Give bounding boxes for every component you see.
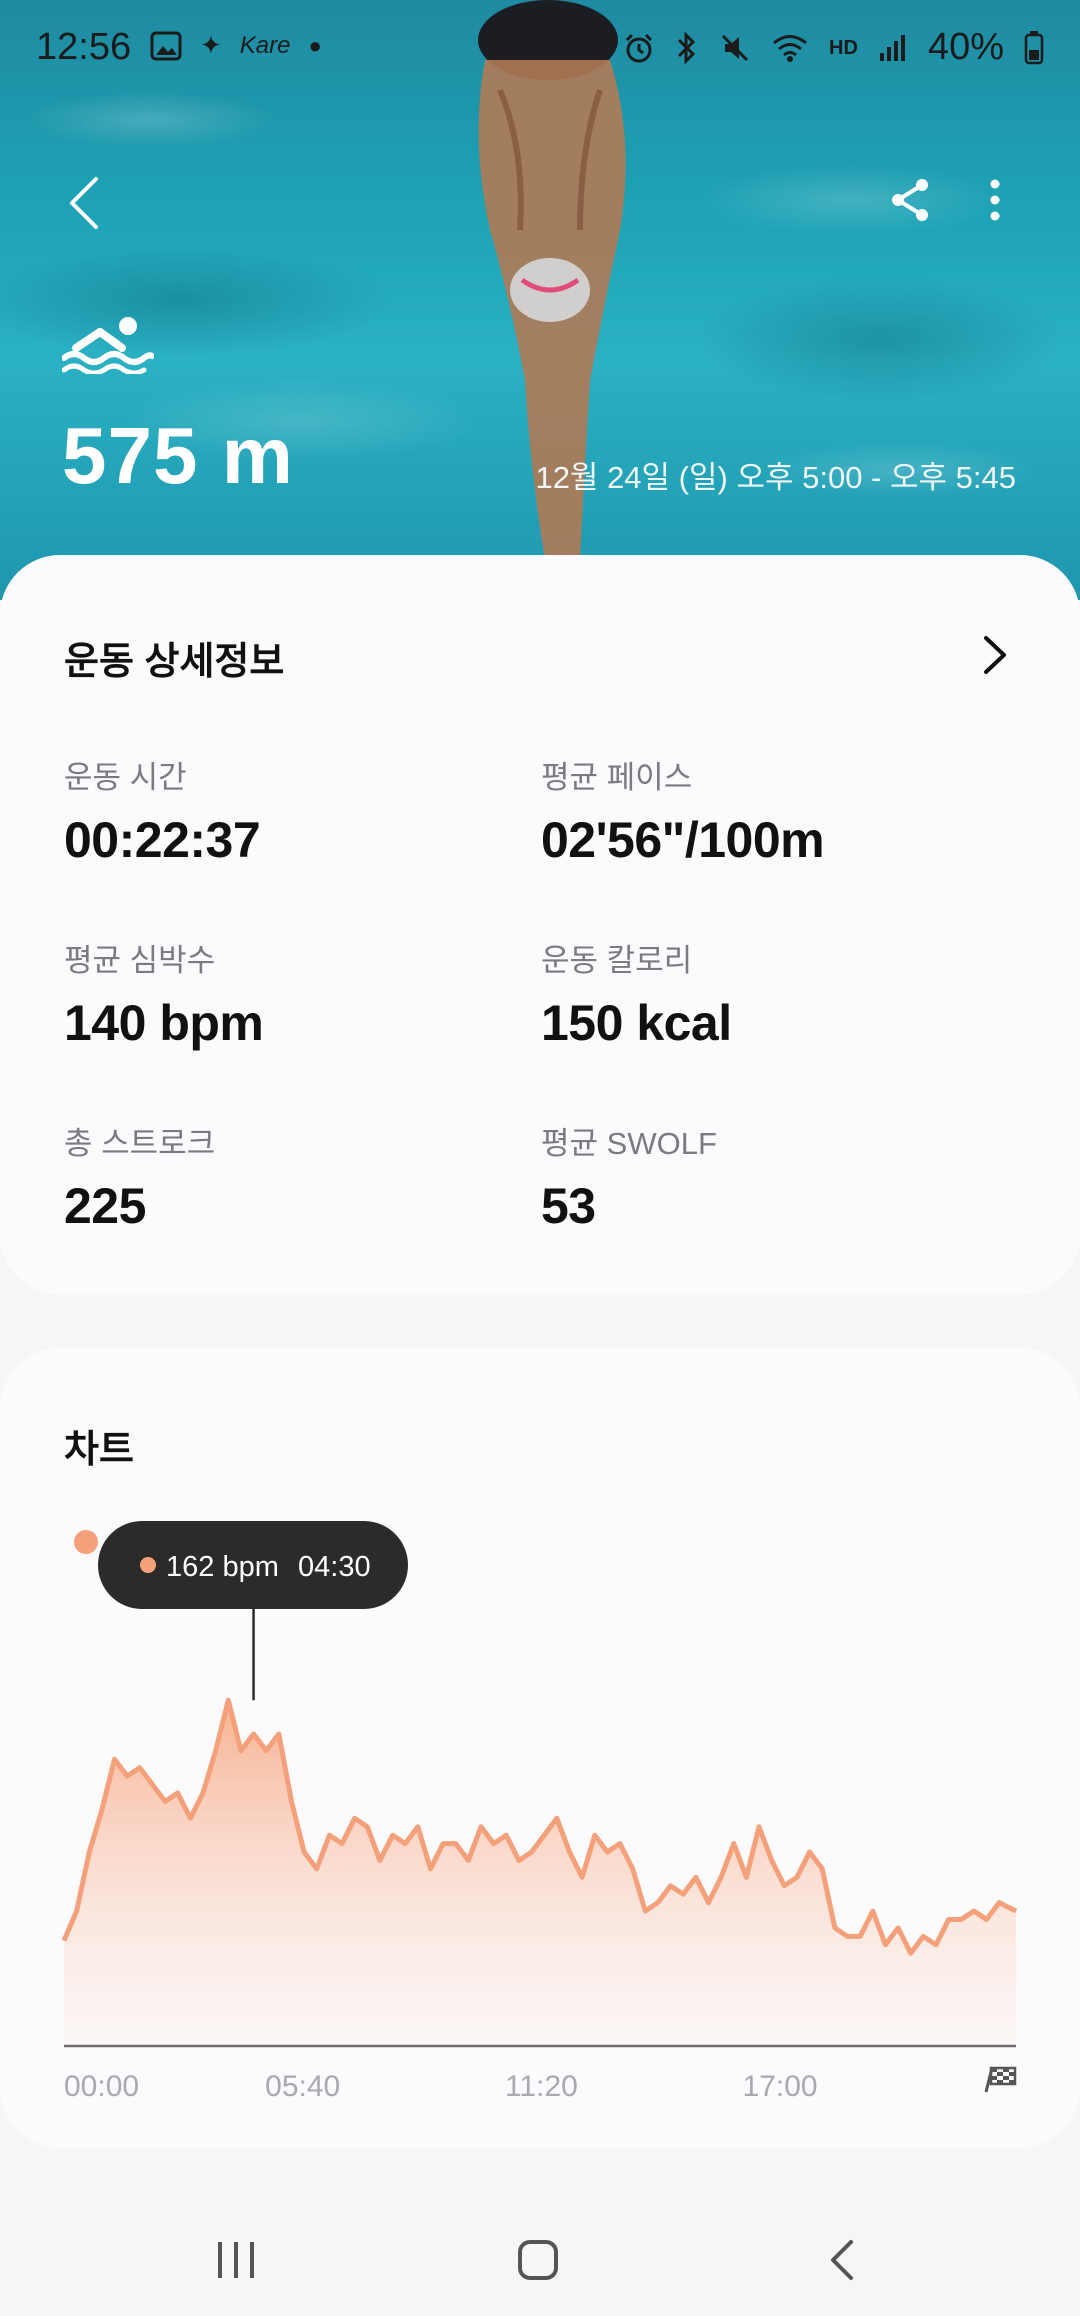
metric-value: 00:22:37 — [64, 812, 261, 868]
metric-calories: 운동 칼로리 150 kcal — [541, 935, 732, 1052]
metric-value: 225 — [64, 1178, 146, 1234]
more-options-button[interactable] — [968, 170, 1022, 230]
mute-icon — [721, 34, 749, 61]
more-vertical-icon — [990, 179, 1000, 221]
checkered-flag-icon — [984, 2066, 1017, 2093]
gallery-icon — [150, 31, 182, 60]
metric-label: 운동 시간 — [64, 760, 187, 795]
metric-avg-swolf: 평균 SWOLF 53 — [541, 1118, 717, 1235]
battery-percent: 40% — [927, 26, 1004, 68]
recents-button[interactable] — [196, 2230, 276, 2290]
metric-total-strokes: 총 스트로크 225 — [64, 1118, 215, 1235]
back-nav-icon — [831, 2240, 853, 2280]
back-button[interactable] — [54, 168, 114, 238]
metric-avg-heart-rate: 평균 심박수 140 bpm — [64, 935, 264, 1052]
chart-title: 차트 — [64, 1429, 134, 1471]
share-button[interactable] — [880, 170, 940, 230]
hd-voice-icon: HD — [829, 36, 858, 59]
home-icon — [518, 2240, 558, 2280]
heart-rate-area — [64, 1700, 1016, 2046]
x-tick-label: 11:20 — [505, 2070, 578, 2103]
details-title: 운동 상세정보 — [64, 641, 285, 683]
metric-label: 평균 SWOLF — [541, 1126, 717, 1161]
alarm-icon — [625, 33, 653, 62]
metric-label: 운동 칼로리 — [541, 943, 693, 978]
metric-label: 평균 페이스 — [541, 760, 693, 795]
chevron-left-icon — [70, 177, 98, 229]
bluetooth-icon — [677, 30, 696, 65]
metric-label: 평균 심박수 — [64, 943, 216, 978]
back-nav-button[interactable] — [802, 2230, 882, 2290]
chevron-right-icon — [984, 636, 1006, 674]
metric-label: 총 스트로크 — [64, 1126, 216, 1161]
x-tick-label: 17:00 — [743, 2070, 818, 2103]
metric-avg-pace: 평균 페이스 02'56"/100m — [541, 752, 825, 869]
recents-icon — [218, 2242, 254, 2278]
status-time: 12:56 — [36, 26, 132, 68]
wifi-icon — [773, 34, 807, 62]
system-nav-bar — [0, 2200, 1080, 2316]
metric-value: 140 bpm — [64, 995, 264, 1051]
details-open-button[interactable] — [972, 632, 1018, 678]
kare-app-icon: Kare — [239, 31, 291, 59]
sparkle-icon: ✦ — [200, 30, 222, 60]
series-marker-dot — [74, 1530, 98, 1554]
home-button[interactable] — [498, 2230, 578, 2290]
battery-icon — [1024, 30, 1044, 64]
dot-icon: ● — [308, 32, 322, 58]
metric-value: 150 kcal — [541, 995, 732, 1051]
hero-header: 12:56 ✦ Kare ● HD 40% 575 m 12월 24일 (일) … — [0, 0, 1080, 600]
metric-value: 53 — [541, 1178, 596, 1234]
swimming-icon — [62, 317, 154, 374]
metric-value: 02'56"/100m — [541, 812, 825, 868]
metric-duration: 운동 시간 00:22:37 — [64, 752, 261, 869]
heart-rate-chart[interactable]: 00:00 05:40 11:20 17:00 162 bpm 04:30 — [0, 1500, 1080, 2120]
tooltip-time: 04:30 — [298, 1551, 371, 1583]
share-icon — [892, 179, 928, 221]
x-tick-label: 05:40 — [265, 2070, 340, 2103]
workout-datetime: 12월 24일 (일) 오후 5:00 - 오후 5:45 — [535, 460, 1016, 495]
signal-icon — [879, 34, 905, 61]
distance-value: 575 m — [62, 411, 294, 500]
status-bar: 12:56 ✦ Kare ● HD 40% — [0, 0, 1080, 96]
x-tick-label: 00:00 — [64, 2070, 139, 2103]
tooltip-dot — [140, 1557, 156, 1573]
tooltip-value: 162 bpm — [166, 1551, 279, 1583]
